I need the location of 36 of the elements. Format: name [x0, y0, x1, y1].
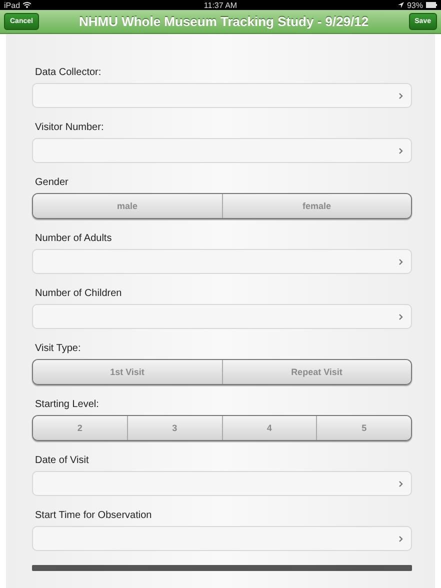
chevron-right-icon: [399, 92, 403, 98]
device-name: iPad: [4, 0, 20, 10]
chevron-right-icon: [399, 314, 403, 320]
battery-percentage: 93%: [406, 0, 423, 10]
location-arrow-icon: [398, 2, 404, 8]
picker-field[interactable]: [32, 138, 412, 163]
segment-option[interactable]: 2: [33, 416, 127, 440]
chevron-right-icon: [399, 480, 403, 486]
segment-option[interactable]: 5: [316, 416, 411, 440]
field-label: Gender: [35, 177, 70, 188]
picker-field[interactable]: [32, 471, 412, 496]
segment-option[interactable]: 3: [126, 416, 222, 440]
chevron-right-icon: [399, 536, 403, 542]
picker-field[interactable]: [32, 304, 412, 329]
field-label: Start Time for Observation: [35, 510, 153, 521]
chevron-right-icon: [399, 258, 403, 264]
segment-option[interactable]: male: [33, 194, 222, 218]
picker-field[interactable]: [32, 83, 412, 108]
clock-time: 11:37 AM: [204, 0, 238, 10]
nav-title: NHMU Whole Museum Tracking Study - 9/29/12: [78, 14, 369, 29]
field-label: Data Collector:: [35, 67, 102, 78]
picker-field[interactable]: [32, 249, 412, 274]
picker-field[interactable]: [32, 526, 412, 551]
segment-option[interactable]: female: [222, 194, 411, 218]
field-label: Starting Level:: [35, 399, 100, 410]
segment-option[interactable]: Repeat Visit: [222, 360, 411, 384]
battery-icon: [426, 2, 437, 8]
chevron-right-icon: [399, 148, 403, 154]
field-label: Visit Type:: [35, 343, 82, 354]
field-label: Number of Adults: [35, 233, 113, 244]
field-label: Number of Children: [35, 288, 123, 299]
field-label: Visitor Number:: [35, 122, 105, 133]
field-label: Date of Visit: [35, 455, 90, 466]
segment-option[interactable]: 1st Visit: [33, 360, 222, 384]
wifi-icon: [23, 2, 32, 8]
segment-option[interactable]: 4: [222, 416, 316, 440]
